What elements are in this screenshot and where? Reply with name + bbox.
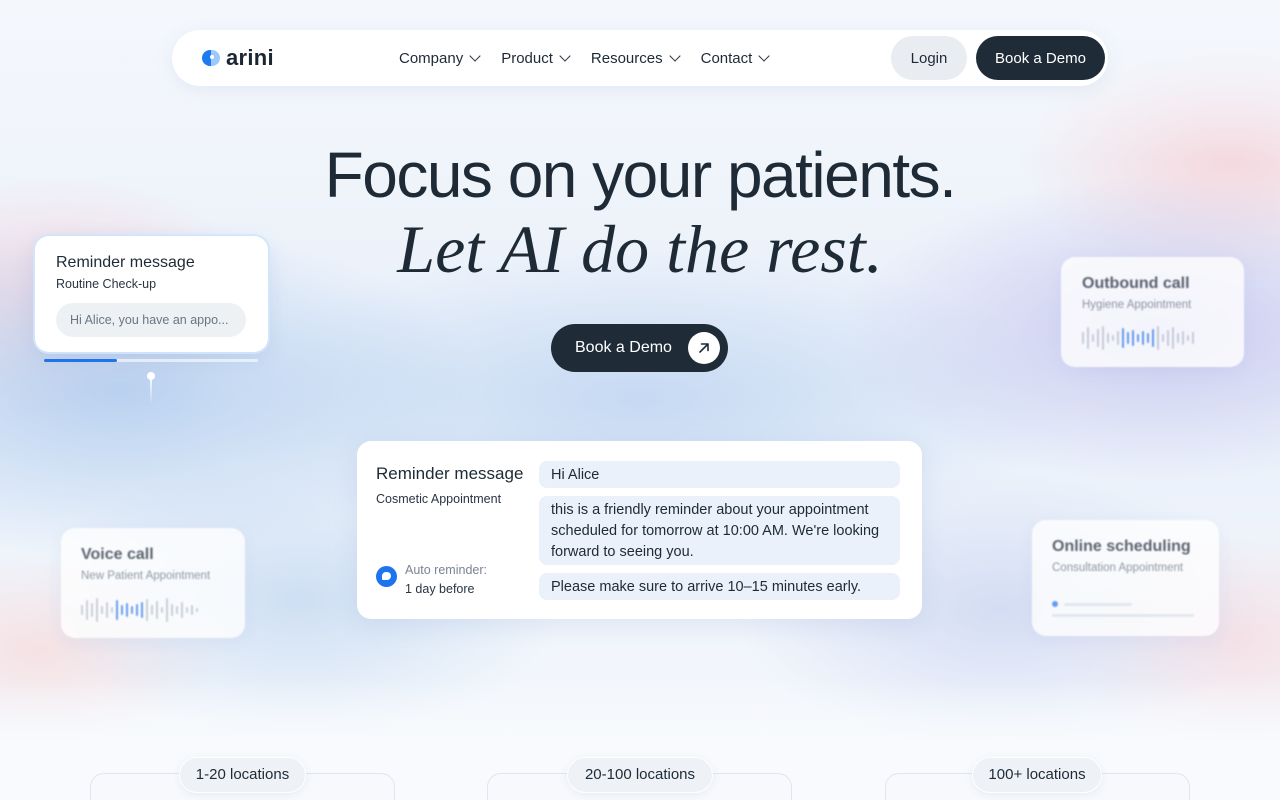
online-scheduling-card: Online scheduling Consultation Appointme… [1032, 520, 1219, 636]
location-tab-100-plus[interactable]: 100+ locations [972, 757, 1102, 793]
main-reminder-card: Reminder message Cosmetic Appointment Au… [357, 441, 922, 619]
hero-headline: Focus on your patients. [324, 139, 957, 211]
menu-item-label: Resources [590, 49, 663, 67]
logo-mark-icon [202, 48, 220, 68]
schedule-line [1064, 603, 1132, 606]
audio-waveform-icon [1082, 324, 1197, 352]
brand-name: arini [226, 45, 274, 70]
main-menu: Company Product Resources Contact [399, 30, 790, 86]
menu-item-label: Product [501, 49, 553, 67]
reminder-message-card: Reminder message Routine Check-up Hi Ali… [35, 236, 268, 352]
card-title: Online scheduling [1052, 538, 1191, 555]
message-bubble: this is a friendly reminder about your a… [539, 496, 900, 565]
menu-item-resources[interactable]: Resources [590, 49, 681, 67]
card-subtitle: New Patient Appointment [81, 570, 211, 582]
card-title: Reminder message [376, 464, 524, 483]
login-button[interactable]: Login [891, 36, 967, 80]
message-bubble: Please make sure to arrive 10–15 minutes… [539, 573, 900, 600]
audio-waveform-icon [81, 596, 201, 624]
book-demo-hero-label: Book a Demo [575, 339, 672, 356]
menu-item-label: Company [399, 49, 464, 67]
reminder-progress-bar [44, 359, 258, 362]
card-subtitle: Consultation Appointment [1052, 562, 1184, 574]
card-title: Reminder message [56, 254, 195, 271]
card-title: Voice call [81, 546, 154, 563]
message-preview: Hi Alice, you have an appo... [56, 303, 246, 337]
chat-bubble-icon [376, 566, 397, 587]
location-tab-20-100[interactable]: 20-100 locations [567, 757, 713, 793]
message-bubble: Hi Alice [539, 461, 900, 488]
chevron-down-icon [758, 50, 770, 62]
card-subtitle: Routine Check-up [56, 277, 157, 291]
connector-dot [147, 372, 155, 380]
book-demo-nav-button[interactable]: Book a Demo [976, 36, 1105, 80]
menu-item-product[interactable]: Product [501, 49, 571, 67]
auto-reminder-label: Auto reminder: [405, 563, 487, 577]
card-subtitle: Cosmetic Appointment [376, 492, 502, 506]
chevron-down-icon [668, 50, 681, 62]
brand-logo[interactable]: arini [202, 45, 274, 70]
schedule-dot [1052, 601, 1058, 607]
schedule-line [1052, 614, 1194, 617]
auto-reminder-value: 1 day before [405, 582, 475, 596]
book-demo-hero-button[interactable]: Book a Demo [551, 324, 728, 372]
reminder-progress-fill [44, 359, 117, 362]
outbound-call-card: Outbound call Hygiene Appointment [1061, 257, 1244, 367]
chevron-down-icon [559, 50, 571, 62]
menu-item-company[interactable]: Company [399, 49, 481, 67]
top-navigation-bar: arini Company Product Resources Contact … [172, 30, 1108, 86]
location-tab-1-20[interactable]: 1-20 locations [179, 757, 306, 793]
card-title: Outbound call [1082, 275, 1190, 292]
menu-item-label: Contact [700, 49, 753, 67]
chevron-down-icon [469, 50, 481, 62]
voice-call-card: Voice call New Patient Appointment [61, 528, 245, 638]
menu-item-contact[interactable]: Contact [700, 49, 770, 67]
arrow-up-right-icon [688, 332, 720, 364]
card-subtitle: Hygiene Appointment [1082, 299, 1192, 311]
connector-line [150, 376, 152, 404]
